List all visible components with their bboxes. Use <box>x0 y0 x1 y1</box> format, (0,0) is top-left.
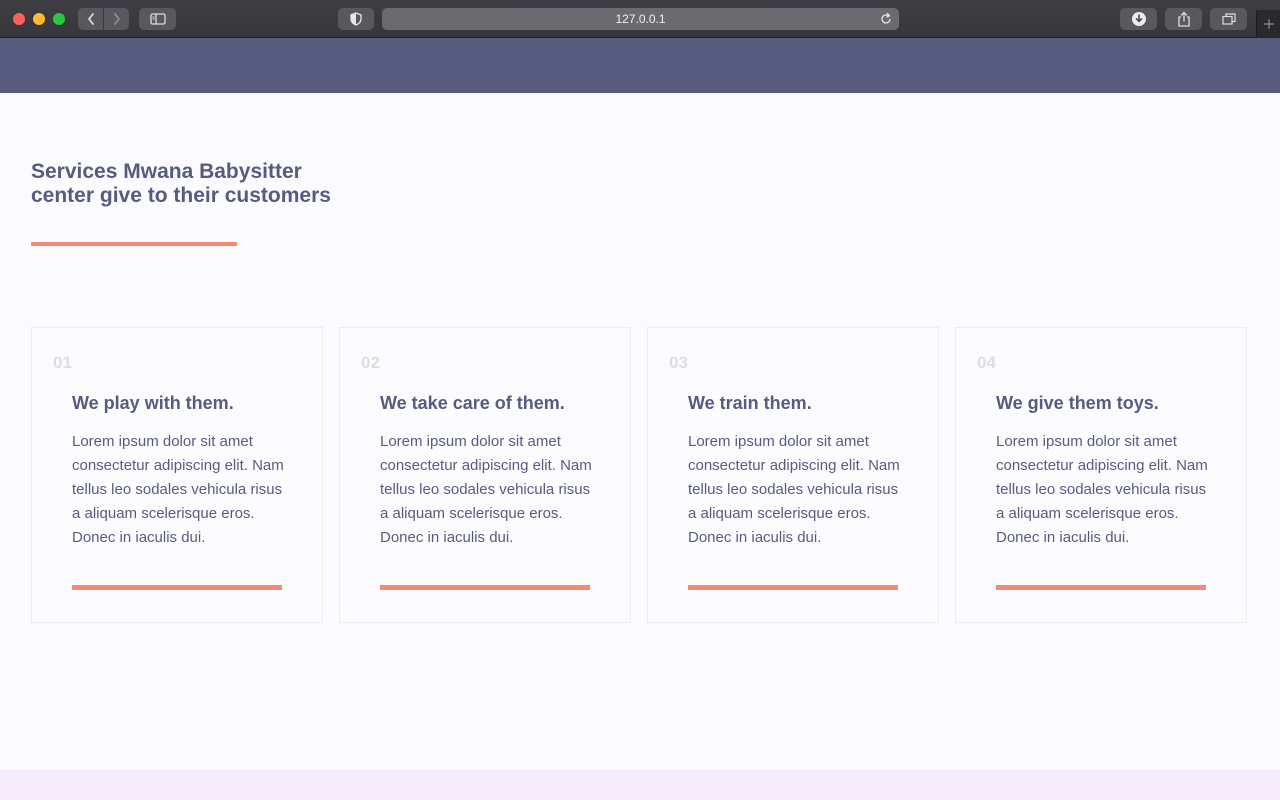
browser-toolbar: 127.0.0.1 <box>0 0 1280 38</box>
service-card: 03 We train them. Lorem ipsum dolor sit … <box>647 327 939 623</box>
services-cards: 01 We play with them. Lorem ipsum dolor … <box>31 327 1247 623</box>
service-card: 04 We give them toys. Lorem ipsum dolor … <box>955 327 1247 623</box>
plus-icon <box>1263 19 1274 29</box>
card-accent-bar <box>380 585 590 590</box>
close-window-button[interactable] <box>13 13 25 25</box>
downloads-button[interactable] <box>1120 8 1157 30</box>
section-title: Services Mwana Babysitter center give to… <box>31 160 331 207</box>
card-title: We play with them. <box>72 393 234 413</box>
download-icon <box>1131 12 1146 26</box>
service-card: 01 We play with them. Lorem ipsum dolor … <box>31 327 323 623</box>
site-header <box>0 38 1280 93</box>
address-bar[interactable]: 127.0.0.1 <box>382 8 899 30</box>
chevron-left-icon <box>87 13 94 25</box>
new-tab-button[interactable] <box>1256 10 1280 38</box>
share-button[interactable] <box>1165 8 1202 30</box>
maximize-window-button[interactable] <box>53 13 65 25</box>
site-footer <box>0 770 1280 800</box>
card-text: Lorem ipsum dolor sit amet consectetur a… <box>996 433 1208 546</box>
card-title: We give them toys. <box>996 393 1159 413</box>
service-card: 02 We take care of them. Lorem ipsum dol… <box>339 327 631 623</box>
tabs-icon <box>1221 13 1236 25</box>
card-text: Lorem ipsum dolor sit amet consectetur a… <box>688 433 900 546</box>
share-icon <box>1177 11 1190 27</box>
card-accent-bar <box>688 585 898 590</box>
card-number: 03 <box>669 353 688 372</box>
forward-button[interactable] <box>104 8 129 30</box>
card-text: Lorem ipsum dolor sit amet consectetur a… <box>72 433 284 546</box>
sidebar-button[interactable] <box>139 8 176 30</box>
chevron-right-icon <box>113 13 120 25</box>
back-button[interactable] <box>78 8 103 30</box>
sidebar-icon <box>149 13 166 25</box>
card-text: Lorem ipsum dolor sit amet consectetur a… <box>380 433 592 546</box>
minimize-window-button[interactable] <box>33 13 45 25</box>
title-underline <box>31 242 237 246</box>
card-number: 04 <box>977 353 996 372</box>
card-accent-bar <box>72 585 282 590</box>
card-number: 02 <box>361 353 380 372</box>
card-title: We take care of them. <box>380 393 565 413</box>
card-title: We train them. <box>688 393 812 413</box>
address-text: 127.0.0.1 <box>615 12 666 26</box>
reload-icon[interactable] <box>879 12 893 26</box>
privacy-report-button[interactable] <box>338 8 374 30</box>
card-number: 01 <box>53 353 72 372</box>
tab-overview-button[interactable] <box>1210 8 1247 30</box>
card-accent-bar <box>996 585 1206 590</box>
shield-icon <box>350 12 362 26</box>
